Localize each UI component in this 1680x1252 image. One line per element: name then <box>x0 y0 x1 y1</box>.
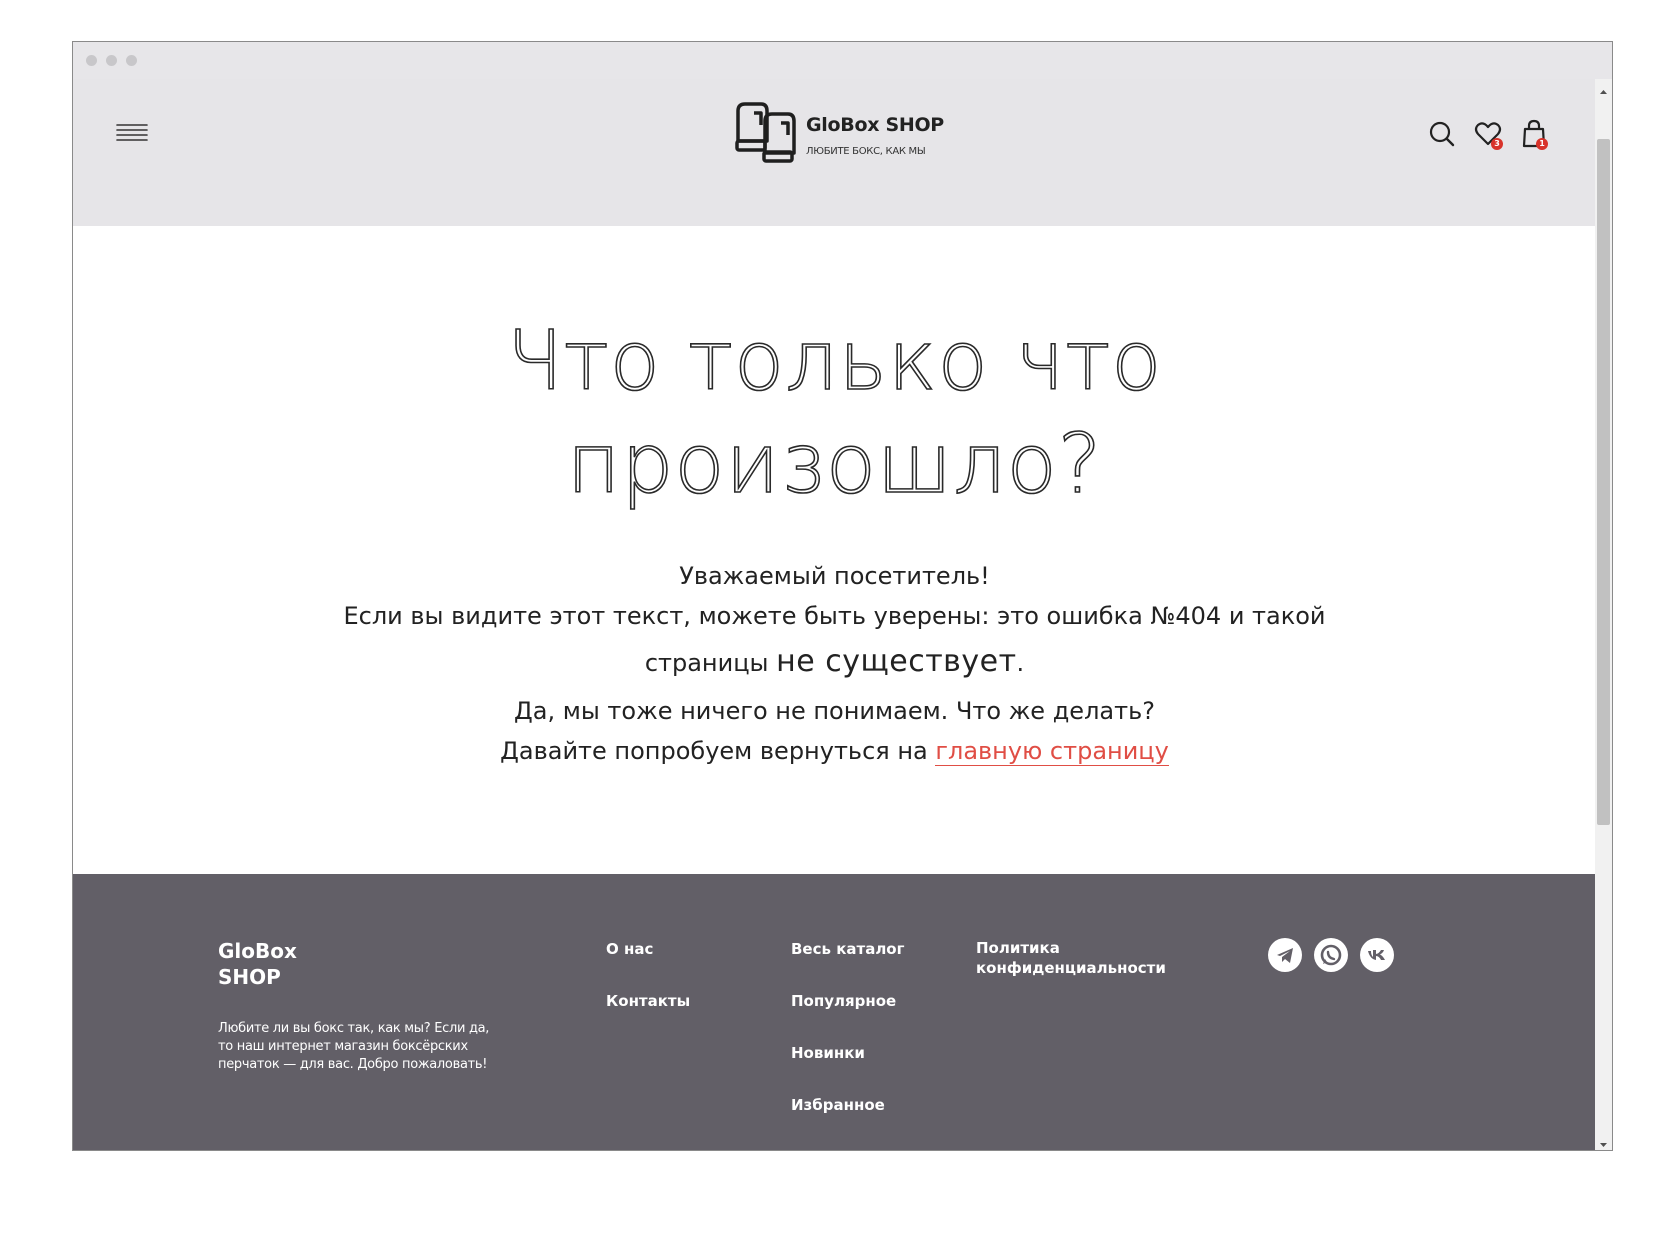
window-maximize-dot[interactable] <box>126 55 137 66</box>
return-home-text: Давайте попробуем вернуться на главную с… <box>73 737 1596 766</box>
footer-link-new[interactable]: Новинки <box>791 1044 865 1062</box>
site-footer: GloBox SHOP Любите ли вы бокс так, как м… <box>73 874 1596 1150</box>
scroll-up-arrow-icon[interactable] <box>1595 83 1612 95</box>
site-header: GloBox SHOP ЛЮБИТЕ БОКС, КАК МЫ 3 1 <box>73 79 1596 226</box>
search-icon[interactable] <box>1425 117 1459 151</box>
error-404-content: Что только что произошло? Уважаемый посе… <box>73 226 1596 874</box>
footer-link-privacy[interactable]: Политика конфиденциальности <box>976 938 1166 978</box>
home-page-link[interactable]: главную страницу <box>935 737 1169 766</box>
return-home-prefix: Давайте попробуем вернуться на <box>500 737 936 765</box>
page-not-exist-suffix: . <box>1016 649 1025 677</box>
confusion-text: Да, мы тоже ничего не понимаем. Что же д… <box>514 697 1155 725</box>
vk-icon[interactable] <box>1360 938 1394 972</box>
telegram-icon[interactable] <box>1268 938 1302 972</box>
footer-link-contacts[interactable]: Контакты <box>606 992 690 1010</box>
error-explanation-text: Если вы видите этот текст, можете быть у… <box>343 602 1326 630</box>
footer-link-about[interactable]: О нас <box>606 940 653 958</box>
wishlist-heart-icon[interactable]: 3 <box>1471 117 1505 151</box>
site-logo[interactable]: GloBox SHOP ЛЮБИТЕ БОКС, КАК МЫ <box>733 99 963 169</box>
not-exist-emphasis: не существует <box>776 644 1017 679</box>
logo-title: GloBox SHOP <box>806 114 944 136</box>
boxing-gloves-logo-icon <box>735 102 796 163</box>
shopping-bag-icon[interactable]: 1 <box>1517 117 1551 151</box>
page-not-exist-text: страницы не существует. <box>73 644 1596 679</box>
greeting-text: Уважаемый посетитель! <box>679 562 990 590</box>
page-title-line2: произошло? <box>566 416 1103 513</box>
footer-link-popular[interactable]: Популярное <box>791 992 896 1010</box>
scrollbar-thumb[interactable] <box>1597 139 1610 825</box>
browser-window: GloBox SHOP ЛЮБИТЕ БОКС, КАК МЫ 3 1 Что <box>72 41 1613 1151</box>
hamburger-menu-icon[interactable] <box>115 119 149 149</box>
footer-link-catalog[interactable]: Весь каталог <box>791 940 904 958</box>
footer-link-favorites[interactable]: Избранное <box>791 1096 885 1114</box>
logo-tagline: ЛЮБИТЕ БОКС, КАК МЫ <box>806 146 926 157</box>
window-titlebar <box>73 42 1612 79</box>
wishlist-count-badge: 3 <box>1491 138 1503 150</box>
footer-brand: GloBox SHOP <box>218 939 297 989</box>
footer-description: Любите ли вы бокс так, как мы? Если да, … <box>218 1021 490 1072</box>
page-not-exist-prefix: страницы <box>644 649 777 677</box>
page-title: Что только что произошло? <box>73 310 1596 516</box>
page-title-line1: Что только что <box>506 313 1163 410</box>
window-close-dot[interactable] <box>86 55 97 66</box>
scroll-down-arrow-icon[interactable] <box>1595 1136 1612 1148</box>
vertical-scrollbar[interactable] <box>1595 79 1612 1150</box>
whatsapp-icon[interactable] <box>1314 938 1348 972</box>
window-minimize-dot[interactable] <box>106 55 117 66</box>
cart-count-badge: 1 <box>1536 138 1548 150</box>
